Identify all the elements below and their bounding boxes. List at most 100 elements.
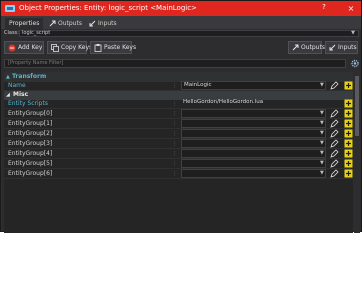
property-name: EntityGroup[4] [8,150,53,157]
paste-icon [94,43,102,52]
outputs-icon [292,44,299,51]
separator: ⋮ [172,111,177,117]
property-row-entitygroup-3[interactable]: EntityGroup[3] ⋮ ▼ [4,139,353,149]
add-entity-icon[interactable] [344,149,353,158]
property-row-entitygroup-4[interactable]: EntityGroup[4] ⋮ ▼ [4,149,353,159]
inputs-label: Inputs [338,44,357,51]
title-bar[interactable]: Object Properties: Entity: logic_script … [1,1,361,16]
property-row-entitygroup-6[interactable]: EntityGroup[6] ⋮ ▼ [4,169,353,179]
separator: ⋮ [172,83,177,89]
property-value-input[interactable] [181,159,326,168]
property-value-input[interactable] [181,169,326,178]
add-key-label: Add Key [18,44,43,51]
property-value-input[interactable] [181,119,326,128]
add-entity-icon[interactable] [344,169,353,178]
class-label: Class: [4,30,19,36]
property-value-input[interactable] [181,139,326,148]
tab-inputs[interactable]: Inputs [85,18,121,29]
outputs-button[interactable]: Outputs [288,41,325,54]
tab-label: Outputs [58,20,82,27]
add-key-icon [8,44,16,51]
pencil-icon[interactable] [330,159,339,168]
add-entity-icon[interactable] [344,139,353,148]
tab-label: Inputs [98,20,117,27]
property-filter-input[interactable]: [Property Name Filter] [4,59,346,68]
separator: ⋮ [172,171,177,177]
inputs-icon [89,20,96,27]
tab-bar: Properties Outputs Inputs [1,16,361,29]
property-name: EntityGroup[5] [8,160,53,167]
add-entity-icon[interactable] [344,159,353,168]
class-value: logic_script [22,30,51,36]
property-row-entity-scripts[interactable]: Entity Scripts ⋮ HelloGordon/HelloGordon… [4,99,353,109]
property-name: EntityGroup[2] [8,130,53,137]
inputs-button[interactable]: Inputs [325,41,358,54]
vertical-scrollbar[interactable] [354,72,360,233]
chevron-down-icon[interactable]: ▼ [320,130,324,136]
separator: ⋮ [172,141,177,147]
add-key-button[interactable]: Add Key [4,41,44,54]
property-value: HelloGordon/HelloGordon.lua [183,99,264,105]
caret-down-icon: ◢ [6,92,10,98]
property-name: EntityGroup[0] [8,110,53,117]
window-title: Object Properties: Entity: logic_script … [19,4,197,12]
tab-label: Properties [9,20,40,27]
property-row-entitygroup-0[interactable]: EntityGroup[0] ⋮ ▼ [4,109,353,119]
pencil-icon[interactable] [330,139,339,148]
property-grid: ▲ Transform ◢ Misc Name ⋮ MainLogic ▼ En… [4,72,353,233]
chevron-down-icon[interactable]: ▼ [320,120,324,126]
chevron-down-icon[interactable]: ▼ [320,160,324,166]
pencil-icon[interactable] [330,149,339,158]
separator: ⋮ [172,121,177,127]
property-name: Entity Scripts [8,100,48,107]
copy-keys-button[interactable]: Copy Keys [47,41,92,54]
property-row-entitygroup-2[interactable]: EntityGroup[2] ⋮ ▼ [4,129,353,139]
add-entity-icon[interactable] [344,109,353,118]
property-row-entitygroup-1[interactable]: EntityGroup[1] ⋮ ▼ [4,119,353,129]
property-value-input[interactable]: HelloGordon/HelloGordon.lua [181,99,326,108]
property-value-input[interactable] [181,129,326,138]
chevron-down-icon[interactable]: ▼ [320,110,324,116]
inputs-icon [329,44,336,51]
caret-down-icon: ▲ [6,74,10,80]
pencil-icon[interactable] [330,109,339,118]
copy-icon [51,43,59,52]
class-row: Class: logic_script ▼ [1,29,361,38]
add-entity-icon[interactable] [344,99,353,108]
separator: ⋮ [172,131,177,137]
property-name: EntityGroup[3] [8,140,53,147]
outputs-label: Outputs [301,44,325,51]
pencil-icon[interactable] [330,169,339,178]
property-name: Name [8,82,26,89]
scrollbar-thumb[interactable] [355,76,359,136]
property-value-input[interactable] [181,149,326,158]
separator: ⋮ [172,151,177,157]
paste-keys-button[interactable]: Paste Keys [90,41,136,54]
chevron-down-icon[interactable]: ▼ [320,170,324,176]
object-properties-window: Object Properties: Entity: logic_script … [0,0,362,233]
category-label: Misc [13,91,29,98]
property-value-input[interactable]: MainLogic [181,81,326,90]
chevron-down-icon[interactable]: ▼ [320,82,324,88]
category-label: Transform [12,73,47,80]
chevron-down-icon[interactable]: ▼ [320,150,324,156]
pencil-icon[interactable] [330,119,339,128]
tab-properties[interactable]: Properties [5,18,44,29]
help-button[interactable]: ? [319,3,329,14]
close-button[interactable]: × [346,3,356,14]
property-row-name[interactable]: Name ⋮ MainLogic ▼ [4,81,353,91]
tab-outputs[interactable]: Outputs [45,18,86,29]
chevron-down-icon[interactable]: ▼ [320,140,324,146]
pencil-icon[interactable] [330,129,339,138]
class-select[interactable]: logic_script ▼ [19,30,359,37]
chevron-down-icon: ▼ [351,30,355,36]
property-value-input[interactable] [181,109,326,118]
gear-icon[interactable] [350,59,360,68]
property-row-entitygroup-5[interactable]: EntityGroup[5] ⋮ ▼ [4,159,353,169]
row-divider [4,178,353,179]
add-entity-icon[interactable] [344,129,353,138]
row-divider [4,90,353,91]
add-entity-icon[interactable] [344,119,353,128]
pencil-icon[interactable] [330,81,339,90]
add-entity-icon[interactable] [344,81,353,90]
